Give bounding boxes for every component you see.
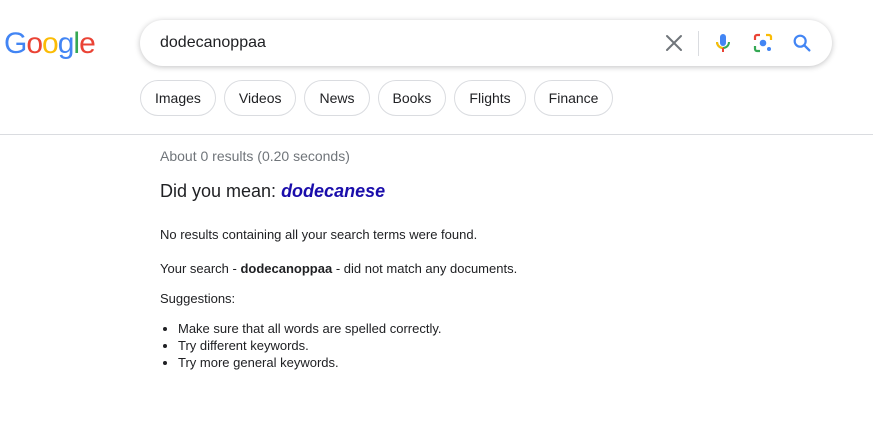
your-search-prefix: Your search - xyxy=(160,261,241,276)
tab-finance[interactable]: Finance xyxy=(533,80,614,116)
result-stats: About 0 results (0.20 seconds) xyxy=(160,148,350,164)
header-divider xyxy=(0,134,873,135)
tab-images[interactable]: Images xyxy=(140,80,216,116)
logo-letter-e: e xyxy=(79,27,96,60)
suggestion-item: Make sure that all words are spelled cor… xyxy=(178,320,441,337)
suggestion-item: Try different keywords. xyxy=(178,337,441,354)
your-search-suffix: - did not match any documents. xyxy=(332,261,518,276)
logo-letter-g: G xyxy=(4,27,27,60)
google-logo[interactable]: Google xyxy=(4,26,96,62)
search-results-page: Google dodecanoppaa Images Videos News B… xyxy=(0,0,873,423)
search-divider xyxy=(698,31,699,56)
your-search-message: Your search - dodecanoppaa - did not mat… xyxy=(160,261,517,276)
search-box xyxy=(140,20,832,66)
suggestion-item: Try more general keywords. xyxy=(178,354,441,371)
lens-icon[interactable] xyxy=(751,31,775,55)
search-tabs: Images Videos News Books Flights Finance xyxy=(140,80,614,118)
did-you-mean-link[interactable]: dodecanese xyxy=(281,181,385,201)
suggestions-list: Make sure that all words are spelled cor… xyxy=(160,320,441,371)
tab-videos[interactable]: Videos xyxy=(223,80,297,116)
logo-letter-o2: o xyxy=(42,27,59,60)
search-input[interactable] xyxy=(160,20,630,66)
logo-letter-o1: o xyxy=(26,27,43,60)
tab-news[interactable]: News xyxy=(304,80,370,116)
mic-icon[interactable] xyxy=(711,31,735,55)
suggestions-label: Suggestions: xyxy=(160,291,236,306)
tab-flights[interactable]: Flights xyxy=(454,80,526,116)
tab-books[interactable]: Books xyxy=(377,80,447,116)
your-search-term: dodecanoppaa xyxy=(240,261,333,276)
logo-letter-g2: g xyxy=(57,27,75,60)
did-you-mean: Did you mean: dodecanese xyxy=(160,181,385,202)
no-results-message: No results containing all your search te… xyxy=(160,227,478,242)
did-you-mean-label: Did you mean: xyxy=(160,181,282,201)
clear-icon[interactable] xyxy=(662,31,686,55)
search-icon[interactable] xyxy=(790,31,814,55)
